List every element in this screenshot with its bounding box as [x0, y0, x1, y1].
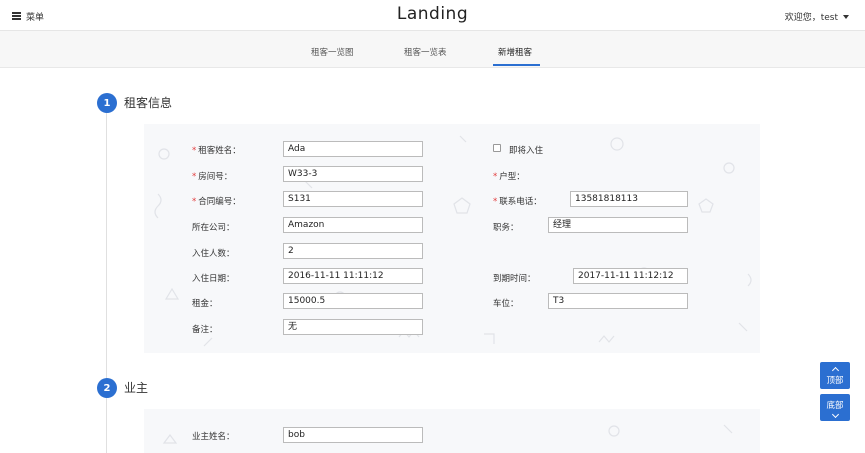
scroll-bottom-label: 底部 [826, 400, 844, 411]
owner-name-input[interactable]: bob [283, 427, 423, 443]
step-2-badge: 2 [97, 378, 117, 398]
tab-tenant-map[interactable]: 租客一览图 [311, 46, 354, 58]
top-bar: 菜单 Landing 欢迎您，test [0, 0, 865, 31]
label-tenant-name: * 租客姓名： [192, 146, 241, 156]
label-position: 职务： [493, 223, 519, 233]
scroll-top-button[interactable]: 顶部 [820, 362, 850, 389]
occupants-input[interactable]: 2 [283, 243, 423, 259]
user-greeting: 欢迎您，test [784, 13, 838, 23]
user-menu[interactable]: 欢迎您，test [785, 10, 849, 23]
required-mark: * [192, 172, 197, 182]
label-move-in-soon: 即将入住 [509, 146, 544, 156]
panel-pattern [154, 135, 752, 347]
position-input[interactable]: 经理 [548, 217, 688, 233]
label-owner-name: 业主姓名： [192, 432, 235, 442]
tab-add-tenant[interactable]: 新增租客 [498, 46, 532, 58]
room-input[interactable]: W33-3 [283, 166, 423, 182]
required-mark: * [493, 197, 498, 207]
remark-input[interactable]: 无 [283, 319, 423, 335]
label-unit-type[interactable]: * 户型： [493, 170, 525, 182]
parking-input[interactable]: T3 [548, 293, 688, 309]
scroll-top-label: 顶部 [826, 375, 844, 386]
tenant-name-input[interactable]: Ada [283, 141, 423, 157]
chevron-down-icon [831, 410, 839, 418]
panel-pattern [162, 424, 733, 444]
label-expiry: 到期时间： [493, 274, 536, 284]
step-1-badge: 1 [97, 93, 117, 113]
move-in-date-input[interactable]: 2016-11-11 11:11:12 [283, 268, 423, 284]
label-rent: 租金： [192, 299, 218, 309]
contract-input[interactable]: S131 [283, 191, 423, 207]
required-mark: * [192, 146, 197, 156]
tenant-form-panel [144, 124, 760, 353]
label-remark: 备注： [192, 325, 218, 335]
label-move-in-date: 入住日期： [192, 274, 235, 284]
label-room: * 房间号： [192, 172, 233, 182]
section-title-owner: 业主 [124, 381, 149, 395]
required-mark: * [493, 172, 498, 182]
phone-input[interactable]: 13581818113 [570, 191, 688, 207]
move-in-soon-checkbox[interactable] [493, 144, 501, 152]
chevron-up-icon [831, 366, 839, 374]
label-parking: 车位： [493, 299, 519, 309]
label-company: 所在公司： [192, 223, 235, 233]
scroll-bottom-button[interactable]: 底部 [820, 394, 850, 421]
owner-form-panel [144, 409, 760, 453]
label-contract: * 合同编号： [192, 197, 241, 207]
step-timeline [106, 103, 107, 453]
brand-title: Landing [396, 4, 469, 24]
section-title-tenant: 租客信息 [124, 96, 173, 110]
tab-tenant-list[interactable]: 租客一览表 [404, 46, 447, 58]
expiry-input[interactable]: 2017-11-11 11:12:12 [573, 268, 688, 284]
active-tab-indicator [493, 64, 540, 66]
caret-down-icon [843, 14, 849, 19]
required-mark: * [192, 197, 197, 207]
label-phone: * 联系电话： [493, 197, 542, 207]
company-input[interactable]: Amazon [283, 217, 423, 233]
label-occupants: 入住人数： [192, 249, 235, 259]
tab-bar: 租客一览图 租客一览表 新增租客 [0, 31, 865, 68]
rent-input[interactable]: 15000.5 [283, 293, 423, 309]
